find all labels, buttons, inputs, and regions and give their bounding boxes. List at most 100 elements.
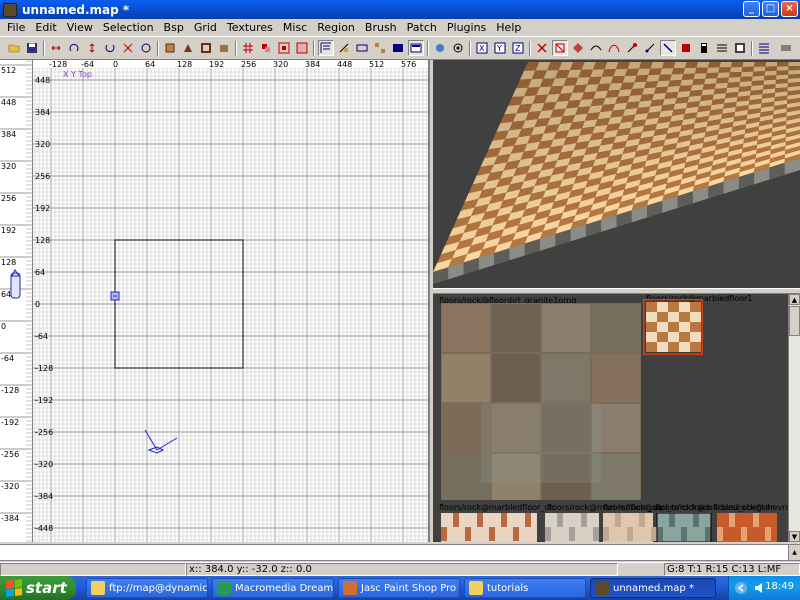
entity-list-icon[interactable] <box>696 40 712 56</box>
texture-view-icon[interactable] <box>372 40 388 56</box>
z-ruler-tick: 448 <box>1 98 16 107</box>
top-ruler-tick: 448 <box>337 60 352 69</box>
menu-file[interactable]: File <box>2 21 30 34</box>
drag-vertex-icon[interactable] <box>570 40 586 56</box>
console-output[interactable]: ▲ <box>0 544 800 561</box>
camera-3d-view[interactable] <box>433 60 800 288</box>
menu-view[interactable]: View <box>62 21 98 34</box>
task-ftp[interactable]: ftp://map@dynamic4... <box>86 578 208 598</box>
texture-thumb-pattern <box>705 527 711 541</box>
menu-region[interactable]: Region <box>312 21 360 34</box>
top-ruler-tick: 384 <box>305 60 320 69</box>
menu-help[interactable]: Help <box>491 21 526 34</box>
menu-brush[interactable]: Brush <box>360 21 402 34</box>
start-button[interactable]: start <box>0 576 76 600</box>
show-angles-icon[interactable] <box>660 40 676 56</box>
menu-patch[interactable]: Patch <box>402 21 442 34</box>
texture-granite-tile[interactable] <box>441 303 641 500</box>
task-radiant[interactable]: unnamed.map * <box>590 578 716 598</box>
task-dreamweaver[interactable]: Macromedia Dreamw... <box>212 578 334 598</box>
csg-subtract-icon[interactable] <box>162 40 178 56</box>
rotate-z-icon[interactable] <box>138 40 154 56</box>
minimize-button[interactable]: _ <box>743 1 760 17</box>
axis-x-button[interactable]: X <box>474 40 490 56</box>
task-label: ftp://map@dynamic4... <box>109 582 208 594</box>
texture-thumb-pattern <box>593 527 599 541</box>
z-view-canvas[interactable]: 512 448 384 320 256 192 128 64 0 -64 -128 -192 -256 -… <box>0 60 33 542</box>
scroll-down-arrow-icon[interactable]: ▼ <box>789 531 800 542</box>
patch-icon[interactable] <box>588 40 604 56</box>
clip-mode-icon[interactable] <box>642 40 658 56</box>
menu-misc[interactable]: Misc <box>278 21 312 34</box>
texture-browser-icon[interactable] <box>732 40 748 56</box>
brush-primitive-icon[interactable] <box>624 40 640 56</box>
checker-floor-render[interactable] <box>433 60 800 288</box>
open-folder-icon[interactable] <box>6 40 22 56</box>
marble-check <box>657 342 668 352</box>
menu-bsp[interactable]: Bsp <box>159 21 189 34</box>
grid-icon[interactable] <box>240 40 256 56</box>
plugin-icon[interactable] <box>778 40 794 56</box>
axis-z-button[interactable]: Z <box>510 40 526 56</box>
drag-edge-icon[interactable] <box>552 40 568 56</box>
map-info-icon[interactable] <box>714 40 730 56</box>
select-partial-icon[interactable] <box>294 40 310 56</box>
maximize-button[interactable]: □ <box>762 1 779 17</box>
save-icon[interactable] <box>24 40 40 56</box>
texture-lock-icon[interactable] <box>336 40 352 56</box>
floor-tile <box>634 75 649 83</box>
texture-scrollbar[interactable]: ▲ ▼ <box>788 294 800 542</box>
task-tutorials[interactable]: tutorials <box>464 578 586 598</box>
floor-tile <box>680 79 694 86</box>
close-button[interactable]: × <box>781 1 798 17</box>
floor-tile <box>777 62 789 67</box>
marble-check <box>690 322 701 332</box>
rotate-y-icon[interactable] <box>102 40 118 56</box>
floor-tile <box>788 66 800 71</box>
flip-x-icon[interactable] <box>48 40 64 56</box>
texture-browser[interactable]: floors/rock@floordirt_granite1orng floor… <box>433 294 788 542</box>
hollow-icon[interactable] <box>198 40 214 56</box>
status-coords: x:: 384.0 y:: -32.0 z:: 0.0 <box>186 563 618 576</box>
texture-thumb-pattern <box>453 513 459 527</box>
scroll-thumb[interactable] <box>789 306 800 336</box>
console-scrollbar[interactable]: ▲ <box>788 545 800 560</box>
xy-top-view[interactable]: -128 -64 0 64 128 192 256 320 384 448 512 576 448 384… <box>33 60 430 542</box>
menu-plugins[interactable]: Plugins <box>442 21 491 34</box>
floor-tile <box>660 68 674 75</box>
camera-move-icon[interactable] <box>450 40 466 56</box>
cubic-clip-icon[interactable] <box>432 40 448 56</box>
camera-view-icon[interactable] <box>354 40 370 56</box>
menu-grid[interactable]: Grid <box>189 21 222 34</box>
patch-inspector-icon[interactable] <box>756 40 772 56</box>
flip-y-icon[interactable] <box>84 40 100 56</box>
top-ruler-tick: 576 <box>401 60 416 69</box>
console-view-icon[interactable] <box>390 40 406 56</box>
texture-row-2[interactable] <box>441 513 786 542</box>
show-names-icon[interactable] <box>678 40 694 56</box>
flip-z-icon[interactable] <box>120 40 136 56</box>
tray-arrow-icon[interactable] <box>734 581 748 595</box>
texture-marbled-floor-selected[interactable] <box>643 299 703 355</box>
scroll-up-arrow-icon[interactable]: ▲ <box>789 294 800 305</box>
clipper-icon[interactable] <box>216 40 232 56</box>
curve-icon[interactable] <box>606 40 622 56</box>
rotate-x-icon[interactable] <box>66 40 82 56</box>
menu-selection[interactable]: Selection <box>98 21 159 34</box>
menu-edit[interactable]: Edit <box>30 21 61 34</box>
scale-icon[interactable] <box>534 40 550 56</box>
select-inside-icon[interactable] <box>276 40 292 56</box>
csg-merge-icon[interactable] <box>180 40 196 56</box>
xy-grid-canvas[interactable]: -128 -64 0 64 128 192 256 320 384 448 512 576 448 384… <box>33 60 430 542</box>
side-ruler-tick: 384 <box>35 108 50 117</box>
entity-view-icon[interactable] <box>408 40 424 56</box>
select-touching-icon[interactable] <box>258 40 274 56</box>
task-paintshop[interactable]: Jasc Paint Shop Pro - ... <box>338 578 460 598</box>
side-ruler-tick: 192 <box>35 204 50 213</box>
view-change-icon[interactable] <box>318 40 334 56</box>
floor-tile <box>685 62 698 68</box>
axis-y-button[interactable]: Y <box>492 40 508 56</box>
app-icon[interactable] <box>3 2 17 17</box>
z-view[interactable]: 512 448 384 320 256 192 128 64 0 -64 -128 -192 -256 -… <box>0 60 33 542</box>
menu-textures[interactable]: Textures <box>222 21 278 34</box>
